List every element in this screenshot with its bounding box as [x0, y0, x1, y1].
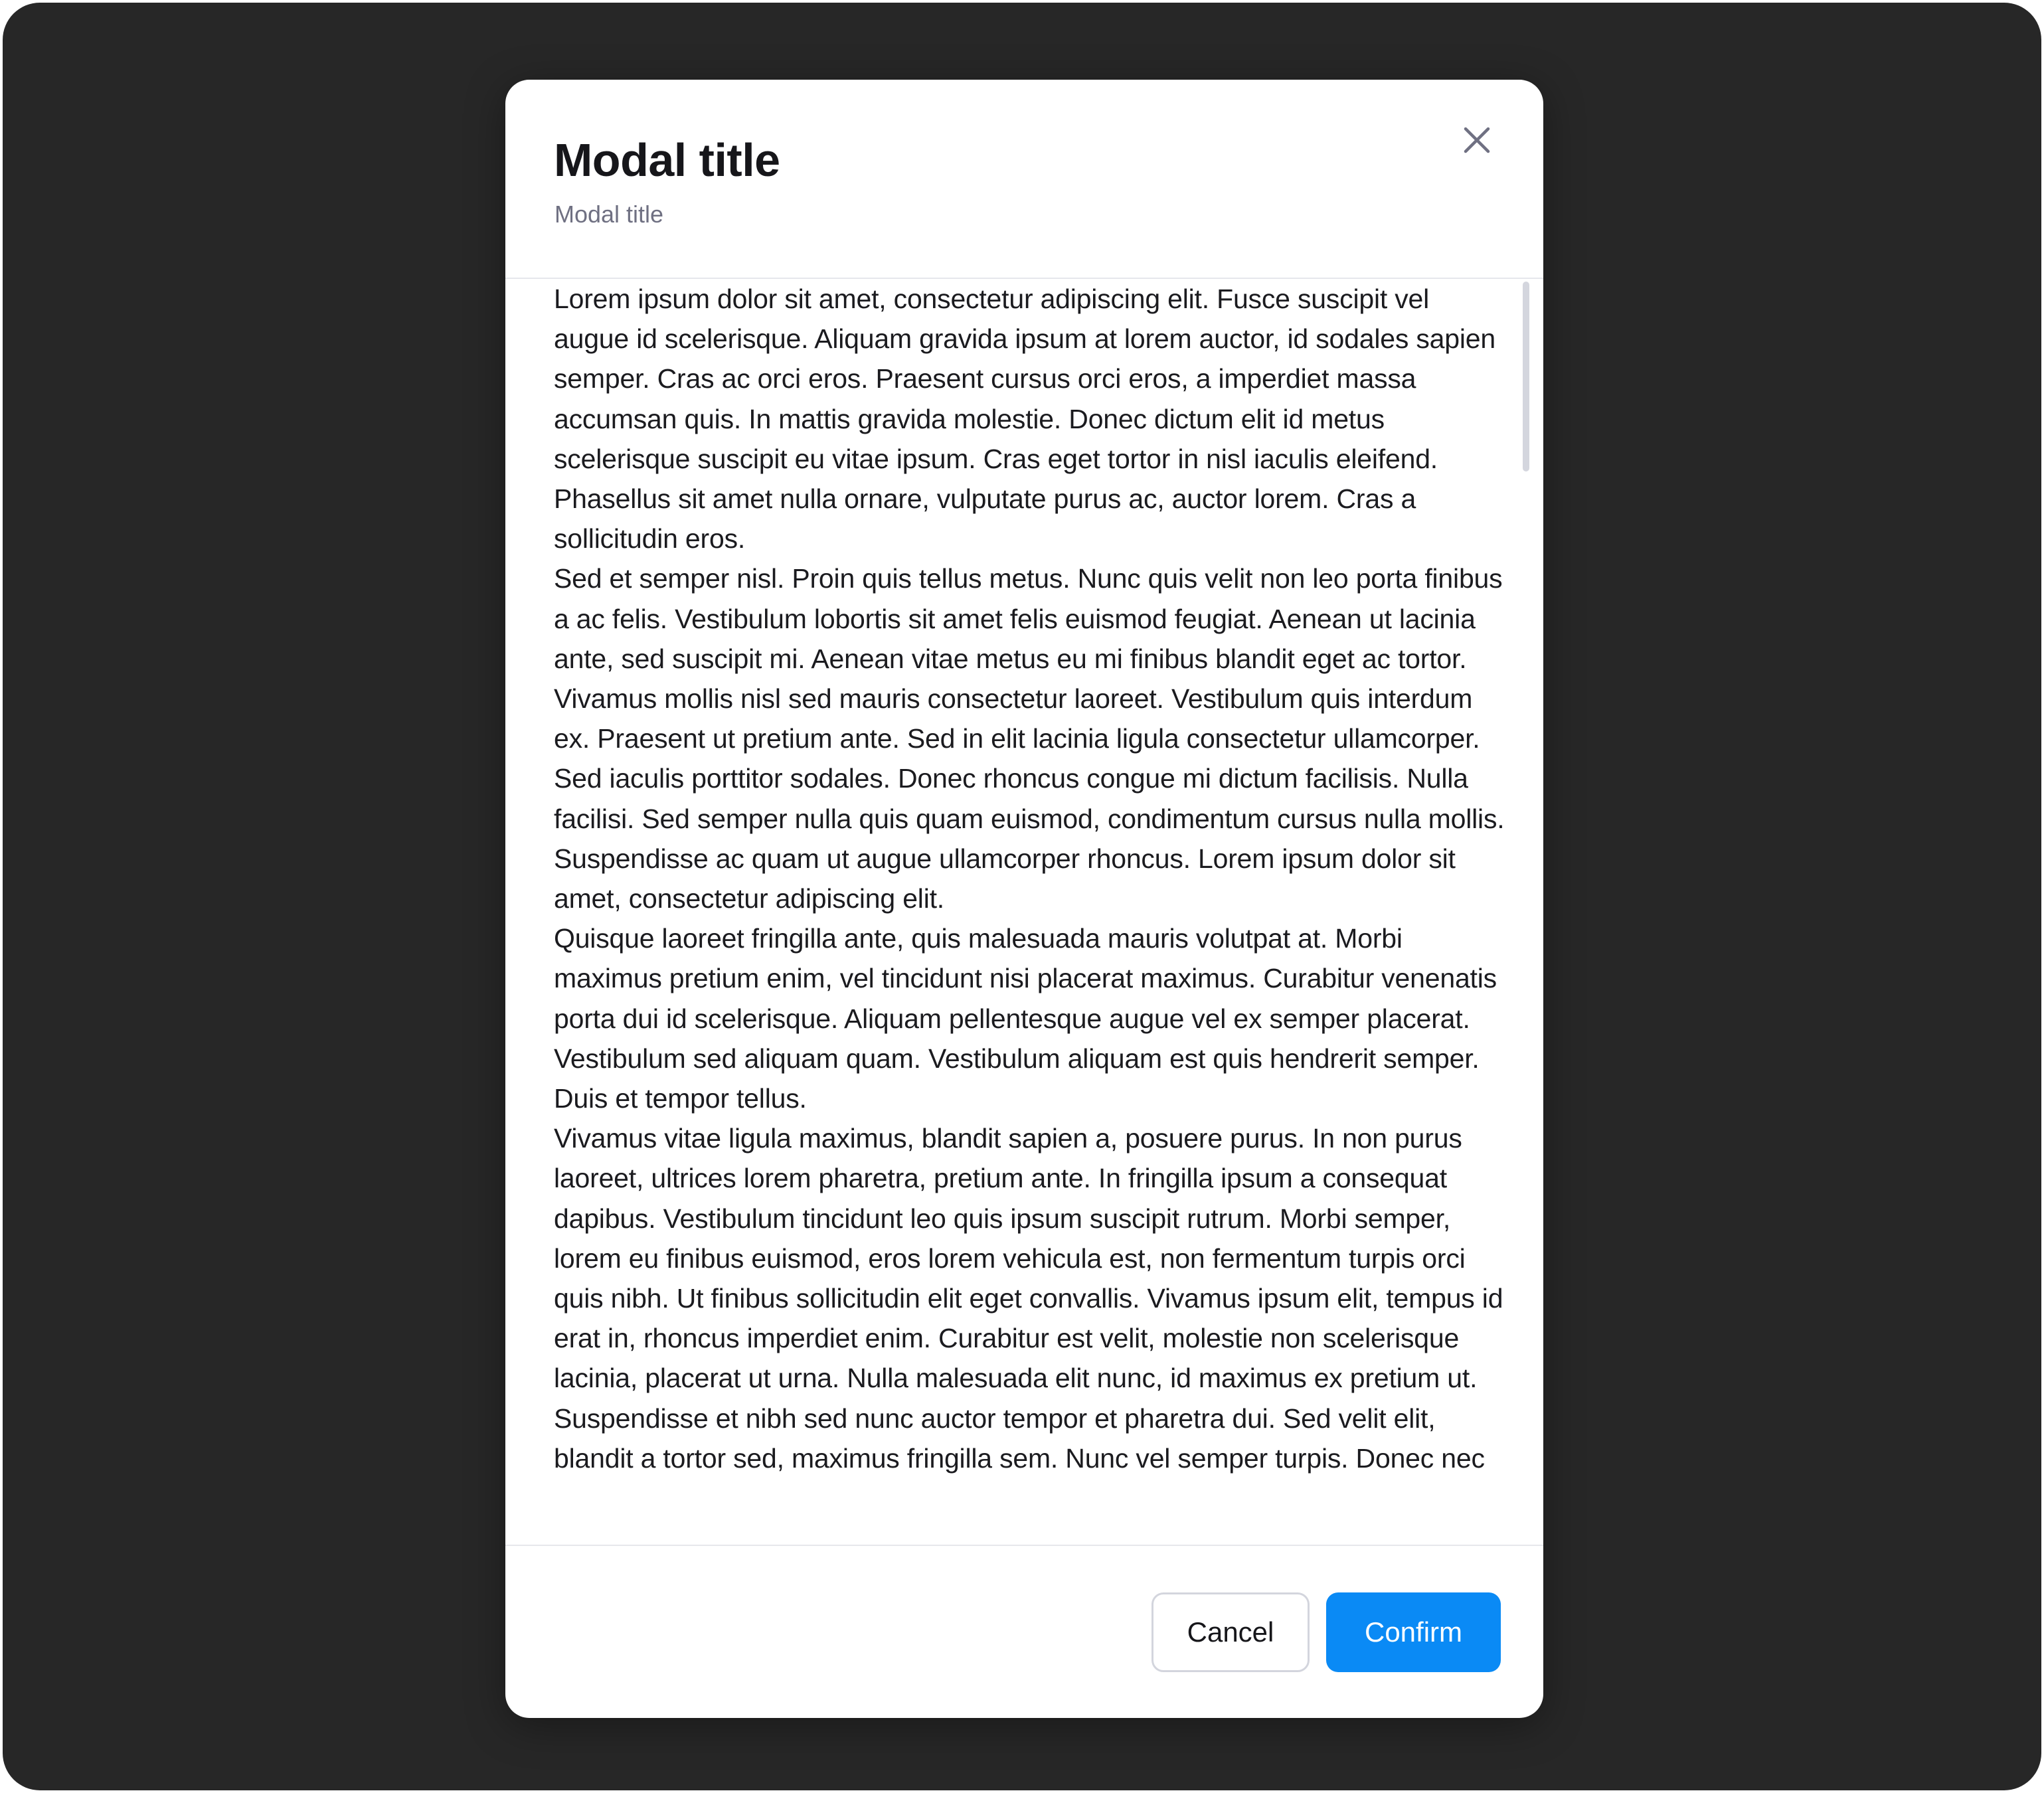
cancel-button[interactable]: Cancel — [1151, 1592, 1310, 1672]
close-icon — [1464, 127, 1490, 153]
modal-body-text: Lorem ipsum dolor sit amet, consectetur … — [554, 279, 1510, 1478]
modal-dialog: Modal title Modal title Lorem ipsum dolo… — [505, 80, 1543, 1718]
modal-body[interactable]: Lorem ipsum dolor sit amet, consectetur … — [505, 279, 1543, 1545]
body-paragraph: Lorem ipsum dolor sit amet, consectetur … — [554, 284, 1495, 555]
confirm-button[interactable]: Confirm — [1326, 1592, 1501, 1672]
body-scrollbar[interactable] — [1521, 279, 1532, 1545]
close-button[interactable] — [1454, 117, 1500, 163]
modal-footer: Cancel Confirm — [505, 1545, 1543, 1718]
modal-backdrop[interactable]: Modal title Modal title Lorem ipsum dolo… — [3, 3, 2041, 1790]
modal-subtitle: Modal title — [554, 201, 664, 228]
body-paragraph: Vivamus vitae ligula maximus, blandit sa… — [554, 1123, 1503, 1474]
modal-title: Modal title — [554, 134, 780, 186]
modal-header: Modal title Modal title — [505, 80, 1543, 279]
scrollbar-thumb[interactable] — [1523, 282, 1529, 471]
body-paragraph: Sed et semper nisl. Proin quis tellus me… — [554, 563, 1505, 914]
body-paragraph: Quisque laoreet fringilla ante, quis mal… — [554, 923, 1497, 1114]
